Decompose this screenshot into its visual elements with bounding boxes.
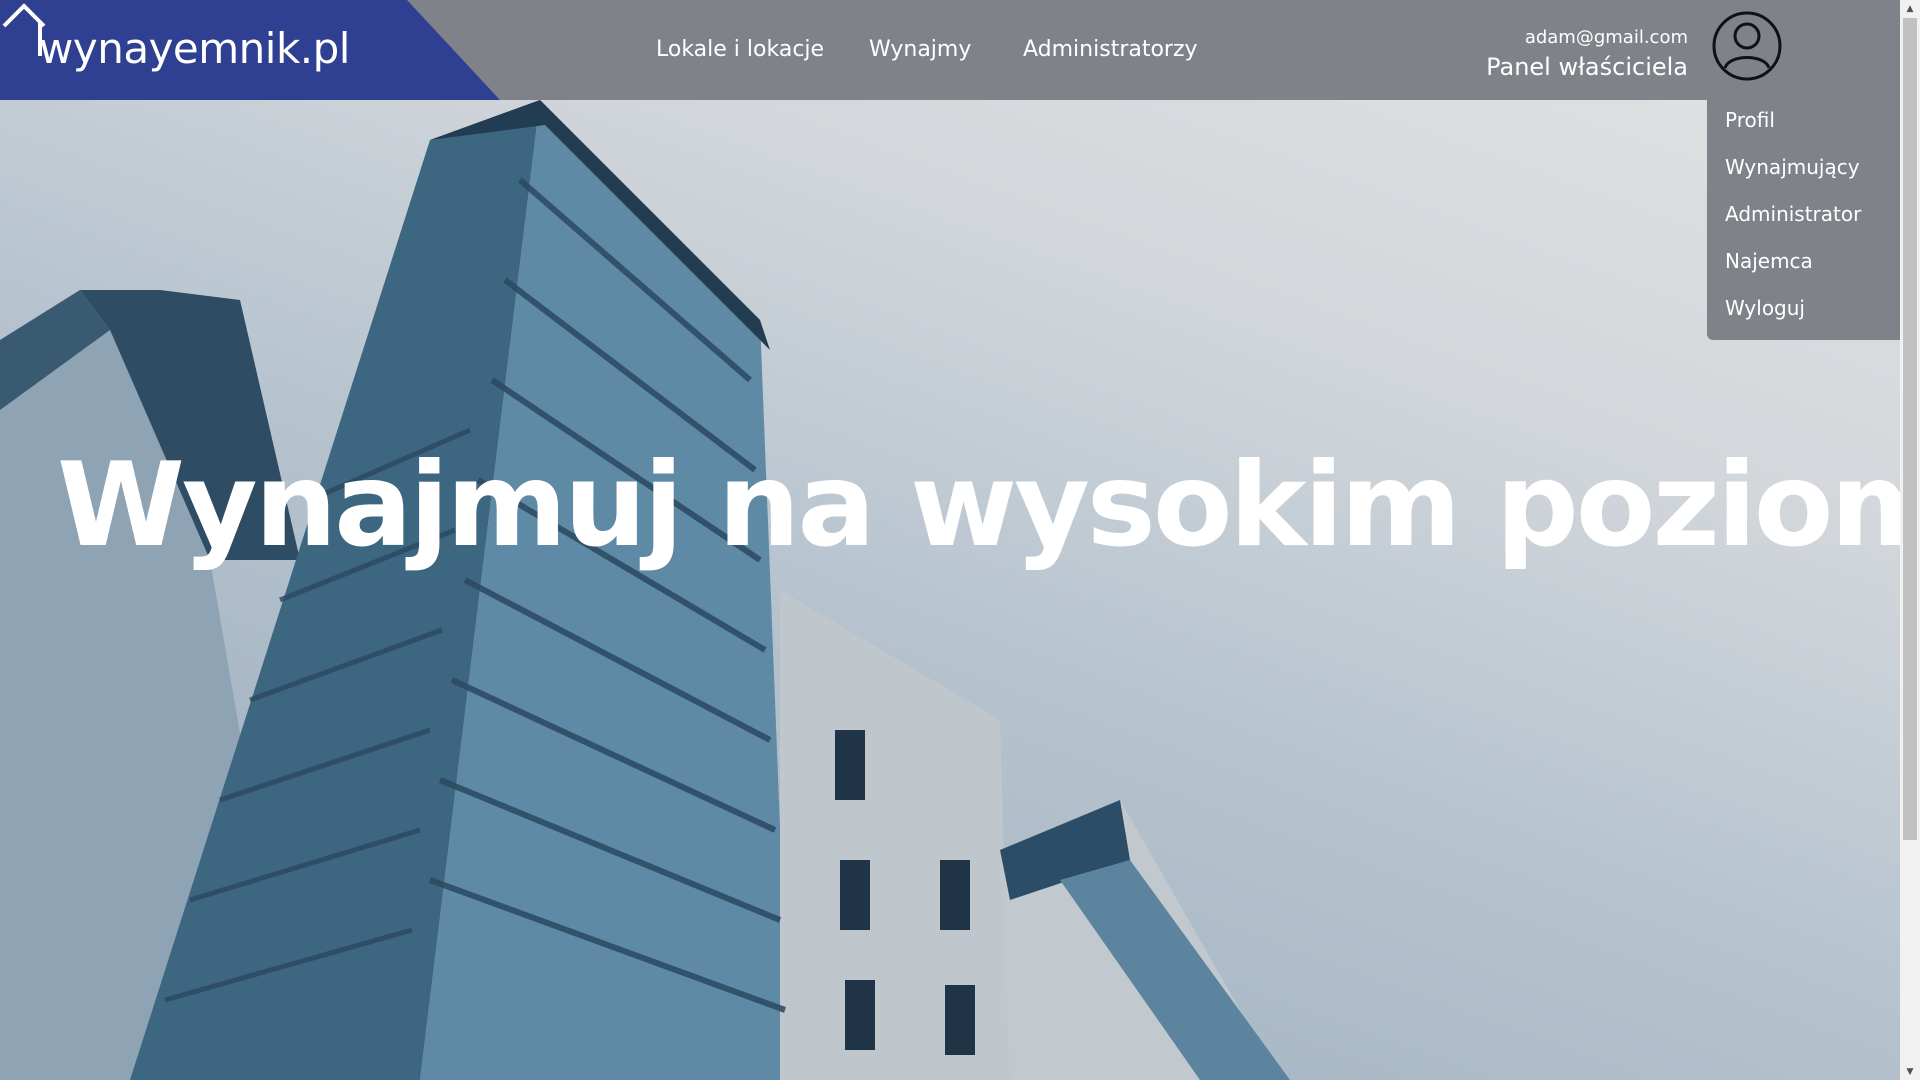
logo[interactable]: wynayemnik.pl: [0, 0, 500, 100]
scrollbar[interactable]: ▲ ▼: [1900, 0, 1920, 1080]
top-navbar: wynayemnik.pl Lokale i lokacje Wynajmy A…: [0, 0, 1900, 100]
user-panel-label: Panel właściciela: [1486, 53, 1688, 81]
scroll-down-arrow-icon[interactable]: ▼: [1900, 1063, 1920, 1080]
menu-item-najemca[interactable]: Najemca: [1725, 249, 1813, 273]
user-email: adam@gmail.com: [1524, 27, 1688, 48]
menu-item-profil[interactable]: Profil: [1725, 108, 1775, 132]
user-dropdown-menu: Profil Wynajmujący Administrator Najemca…: [1707, 100, 1900, 340]
menu-item-administrator[interactable]: Administrator: [1725, 202, 1861, 226]
menu-item-wyloguj[interactable]: Wyloguj: [1725, 296, 1805, 320]
page: wynayemnik.pl Lokale i lokacje Wynajmy A…: [0, 0, 1920, 1080]
scroll-up-arrow-icon[interactable]: ▲: [1900, 0, 1920, 17]
nav-administratorzy[interactable]: Administratorzy: [1023, 37, 1198, 62]
menu-item-wynajmujacy[interactable]: Wynajmujący: [1725, 155, 1860, 179]
logo-text: wynayemnik.pl: [39, 24, 350, 73]
scroll-thumb[interactable]: [1903, 18, 1917, 840]
nav-wynajmy[interactable]: Wynajmy: [869, 37, 971, 62]
house-outline-icon: [2, 3, 46, 56]
user-circle-icon[interactable]: [1711, 10, 1783, 82]
nav-lokale[interactable]: Lokale i lokacje: [656, 37, 824, 62]
hero-headline: Wynajmuj na wysokim poziomie: [57, 438, 1920, 573]
